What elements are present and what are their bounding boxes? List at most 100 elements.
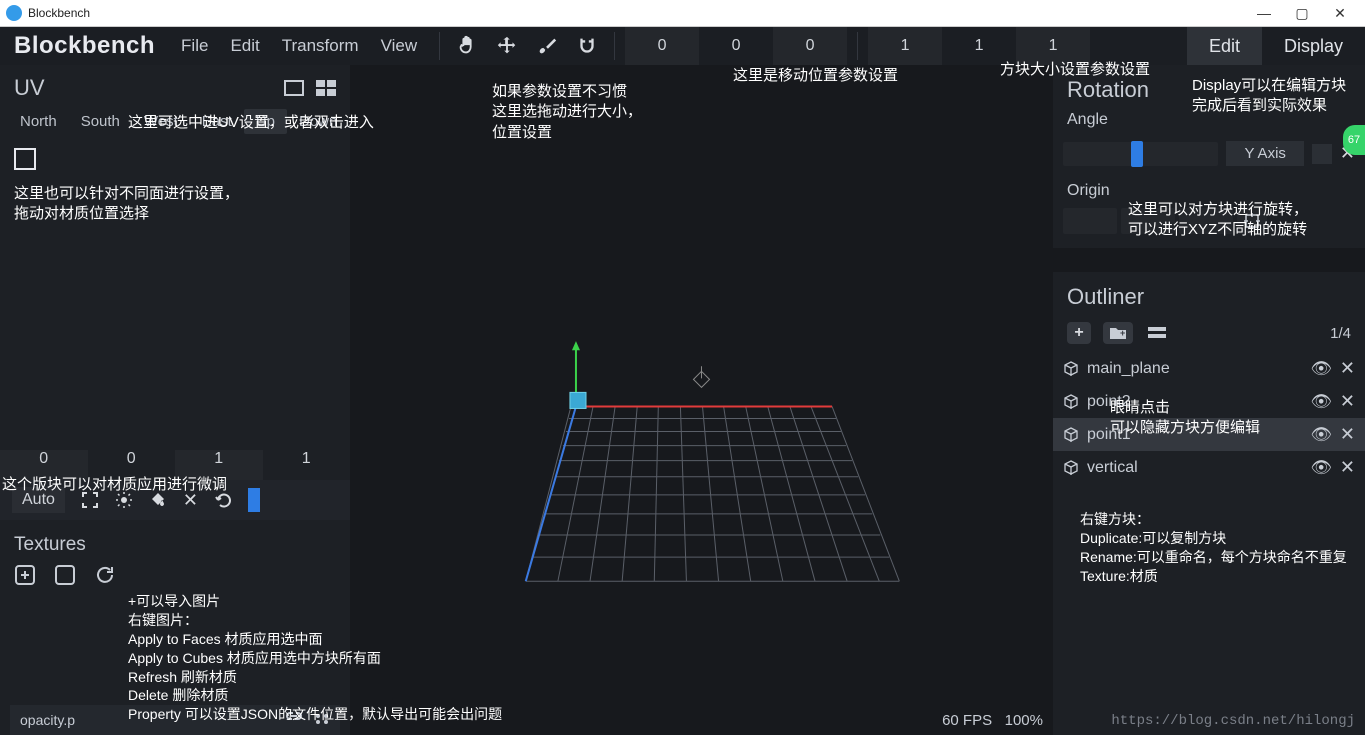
- textures-tools: [0, 564, 350, 596]
- app-body: UV North South West East Up Down 0 0: [0, 65, 1365, 735]
- position-inputs: 0 0 0: [625, 27, 847, 65]
- opacity-label: opacity.p: [20, 712, 75, 728]
- uv-x1[interactable]: 0: [0, 450, 88, 480]
- origin-row: Origin: [1053, 174, 1365, 204]
- uv-auto[interactable]: Auto: [12, 487, 65, 513]
- add-cube-button[interactable]: +: [1067, 322, 1091, 344]
- main-toolbar: Blockbench File Edit Transform View 0 0 …: [0, 27, 1365, 65]
- fullscreen-icon[interactable]: [284, 80, 304, 96]
- delete-icon[interactable]: ✕: [1340, 457, 1355, 478]
- center-origin-icon[interactable]: [1237, 208, 1267, 234]
- viewport[interactable]: [350, 65, 1053, 735]
- close-button[interactable]: ✕: [1321, 5, 1359, 22]
- uv-coords: 0 0 1 1: [0, 450, 350, 480]
- visibility-icon[interactable]: 👁: [1310, 425, 1332, 445]
- face-west[interactable]: West: [132, 109, 190, 134]
- outliner-item[interactable]: main_plane 👁 ✕: [1053, 352, 1365, 385]
- app-root: Blockbench File Edit Transform View 0 0 …: [0, 27, 1365, 735]
- opacity-bar[interactable]: opacity.p: [10, 705, 340, 735]
- list-icon[interactable]: [1145, 322, 1169, 344]
- lock-icon[interactable]: [1312, 144, 1332, 164]
- item-name: point2: [1087, 393, 1131, 411]
- rotation-title: Rotation: [1053, 65, 1365, 107]
- outliner-item[interactable]: point2 👁 ✕: [1053, 385, 1365, 418]
- menu-edit[interactable]: Edit: [230, 36, 259, 56]
- main-menu: File Edit Transform View: [169, 36, 429, 56]
- pos-x[interactable]: 0: [625, 27, 699, 65]
- origin-x[interactable]: [1063, 208, 1117, 234]
- uv-y1[interactable]: 0: [88, 450, 176, 480]
- uv-x2[interactable]: 1: [175, 450, 263, 480]
- add-texture-icon[interactable]: [14, 564, 36, 586]
- mode-display[interactable]: Display: [1262, 27, 1365, 65]
- item-name: main_plane: [1087, 360, 1170, 378]
- brightness-icon[interactable]: [115, 491, 133, 509]
- pos-y[interactable]: 0: [699, 27, 773, 65]
- delete-icon[interactable]: ✕: [1340, 391, 1355, 412]
- reload-icon[interactable]: [94, 564, 116, 586]
- axis-select[interactable]: Y Axis: [1226, 141, 1303, 166]
- delete-icon[interactable]: ✕: [1340, 358, 1355, 379]
- brand: Blockbench: [0, 32, 169, 60]
- minimize-button[interactable]: —: [1245, 5, 1283, 21]
- color-swatch[interactable]: [248, 488, 260, 512]
- size-y[interactable]: 1: [942, 27, 1016, 65]
- cube-icon: [1063, 427, 1079, 443]
- uv-header: UV: [0, 65, 350, 105]
- size-z[interactable]: 1: [1016, 27, 1090, 65]
- origin-z[interactable]: [1179, 208, 1233, 234]
- mode-edit[interactable]: Edit: [1187, 27, 1262, 65]
- visibility-icon[interactable]: 👁: [1310, 392, 1332, 412]
- app-icon: [6, 5, 22, 21]
- cube-icon: [1063, 394, 1079, 410]
- visibility-icon[interactable]: 👁: [1310, 359, 1332, 379]
- origin-inputs: [1053, 204, 1365, 248]
- brush-icon[interactable]: [536, 35, 558, 57]
- blank-texture-icon[interactable]: [54, 564, 76, 586]
- uv-y2[interactable]: 1: [263, 450, 351, 480]
- uv-selection[interactable]: [14, 148, 36, 170]
- face-up[interactable]: Up: [244, 109, 287, 134]
- bucket-icon[interactable]: [149, 491, 167, 509]
- cube-icon: [1063, 460, 1079, 476]
- left-panel: UV North South West East Up Down 0 0: [0, 65, 350, 735]
- face-east[interactable]: East: [190, 109, 244, 134]
- grid-icon[interactable]: [316, 80, 336, 96]
- menu-file[interactable]: File: [181, 36, 208, 56]
- move-icon[interactable]: [496, 35, 518, 57]
- item-name: point1: [1087, 426, 1131, 444]
- delete-icon[interactable]: ✕: [1340, 424, 1355, 445]
- settings-icon[interactable]: [314, 712, 330, 726]
- angle-slider[interactable]: [1063, 142, 1218, 166]
- outliner-list: main_plane👁✕point2👁✕point1👁✕vertical👁✕: [1053, 352, 1365, 484]
- pos-z[interactable]: 0: [773, 27, 847, 65]
- textures-title: Textures: [0, 520, 350, 564]
- magnet-icon[interactable]: [576, 35, 598, 57]
- menu-transform[interactable]: Transform: [282, 36, 359, 56]
- face-south[interactable]: South: [69, 109, 132, 134]
- outliner-item[interactable]: point1 👁 ✕: [1053, 418, 1365, 451]
- add-folder-button[interactable]: +: [1103, 322, 1133, 344]
- fps: 60 FPS: [942, 712, 992, 729]
- outliner-item[interactable]: vertical👁✕: [1053, 451, 1365, 484]
- undo-icon[interactable]: [214, 491, 232, 509]
- outliner-count: 1/4: [1330, 325, 1351, 342]
- origin-y[interactable]: [1121, 208, 1175, 234]
- size-x[interactable]: 1: [868, 27, 942, 65]
- face-north[interactable]: North: [8, 109, 69, 134]
- maximize-button[interactable]: ▢: [1283, 5, 1321, 22]
- zoom: 100%: [1005, 712, 1043, 729]
- face-down[interactable]: Down: [287, 109, 349, 134]
- link-icon[interactable]: [286, 712, 302, 726]
- window-title: Blockbench: [28, 6, 1245, 20]
- badge[interactable]: 67: [1343, 125, 1365, 155]
- cube-icon: [1063, 361, 1079, 377]
- uv-canvas[interactable]: [0, 140, 350, 450]
- clear-icon[interactable]: ✕: [183, 490, 198, 511]
- angle-label: Angle: [1053, 107, 1365, 133]
- hand-icon[interactable]: [456, 35, 478, 57]
- fullscreen-icon[interactable]: [81, 491, 99, 509]
- visibility-icon[interactable]: 👁: [1310, 458, 1332, 478]
- menu-view[interactable]: View: [381, 36, 418, 56]
- rotation-controls: Y Axis ✕: [1053, 133, 1365, 174]
